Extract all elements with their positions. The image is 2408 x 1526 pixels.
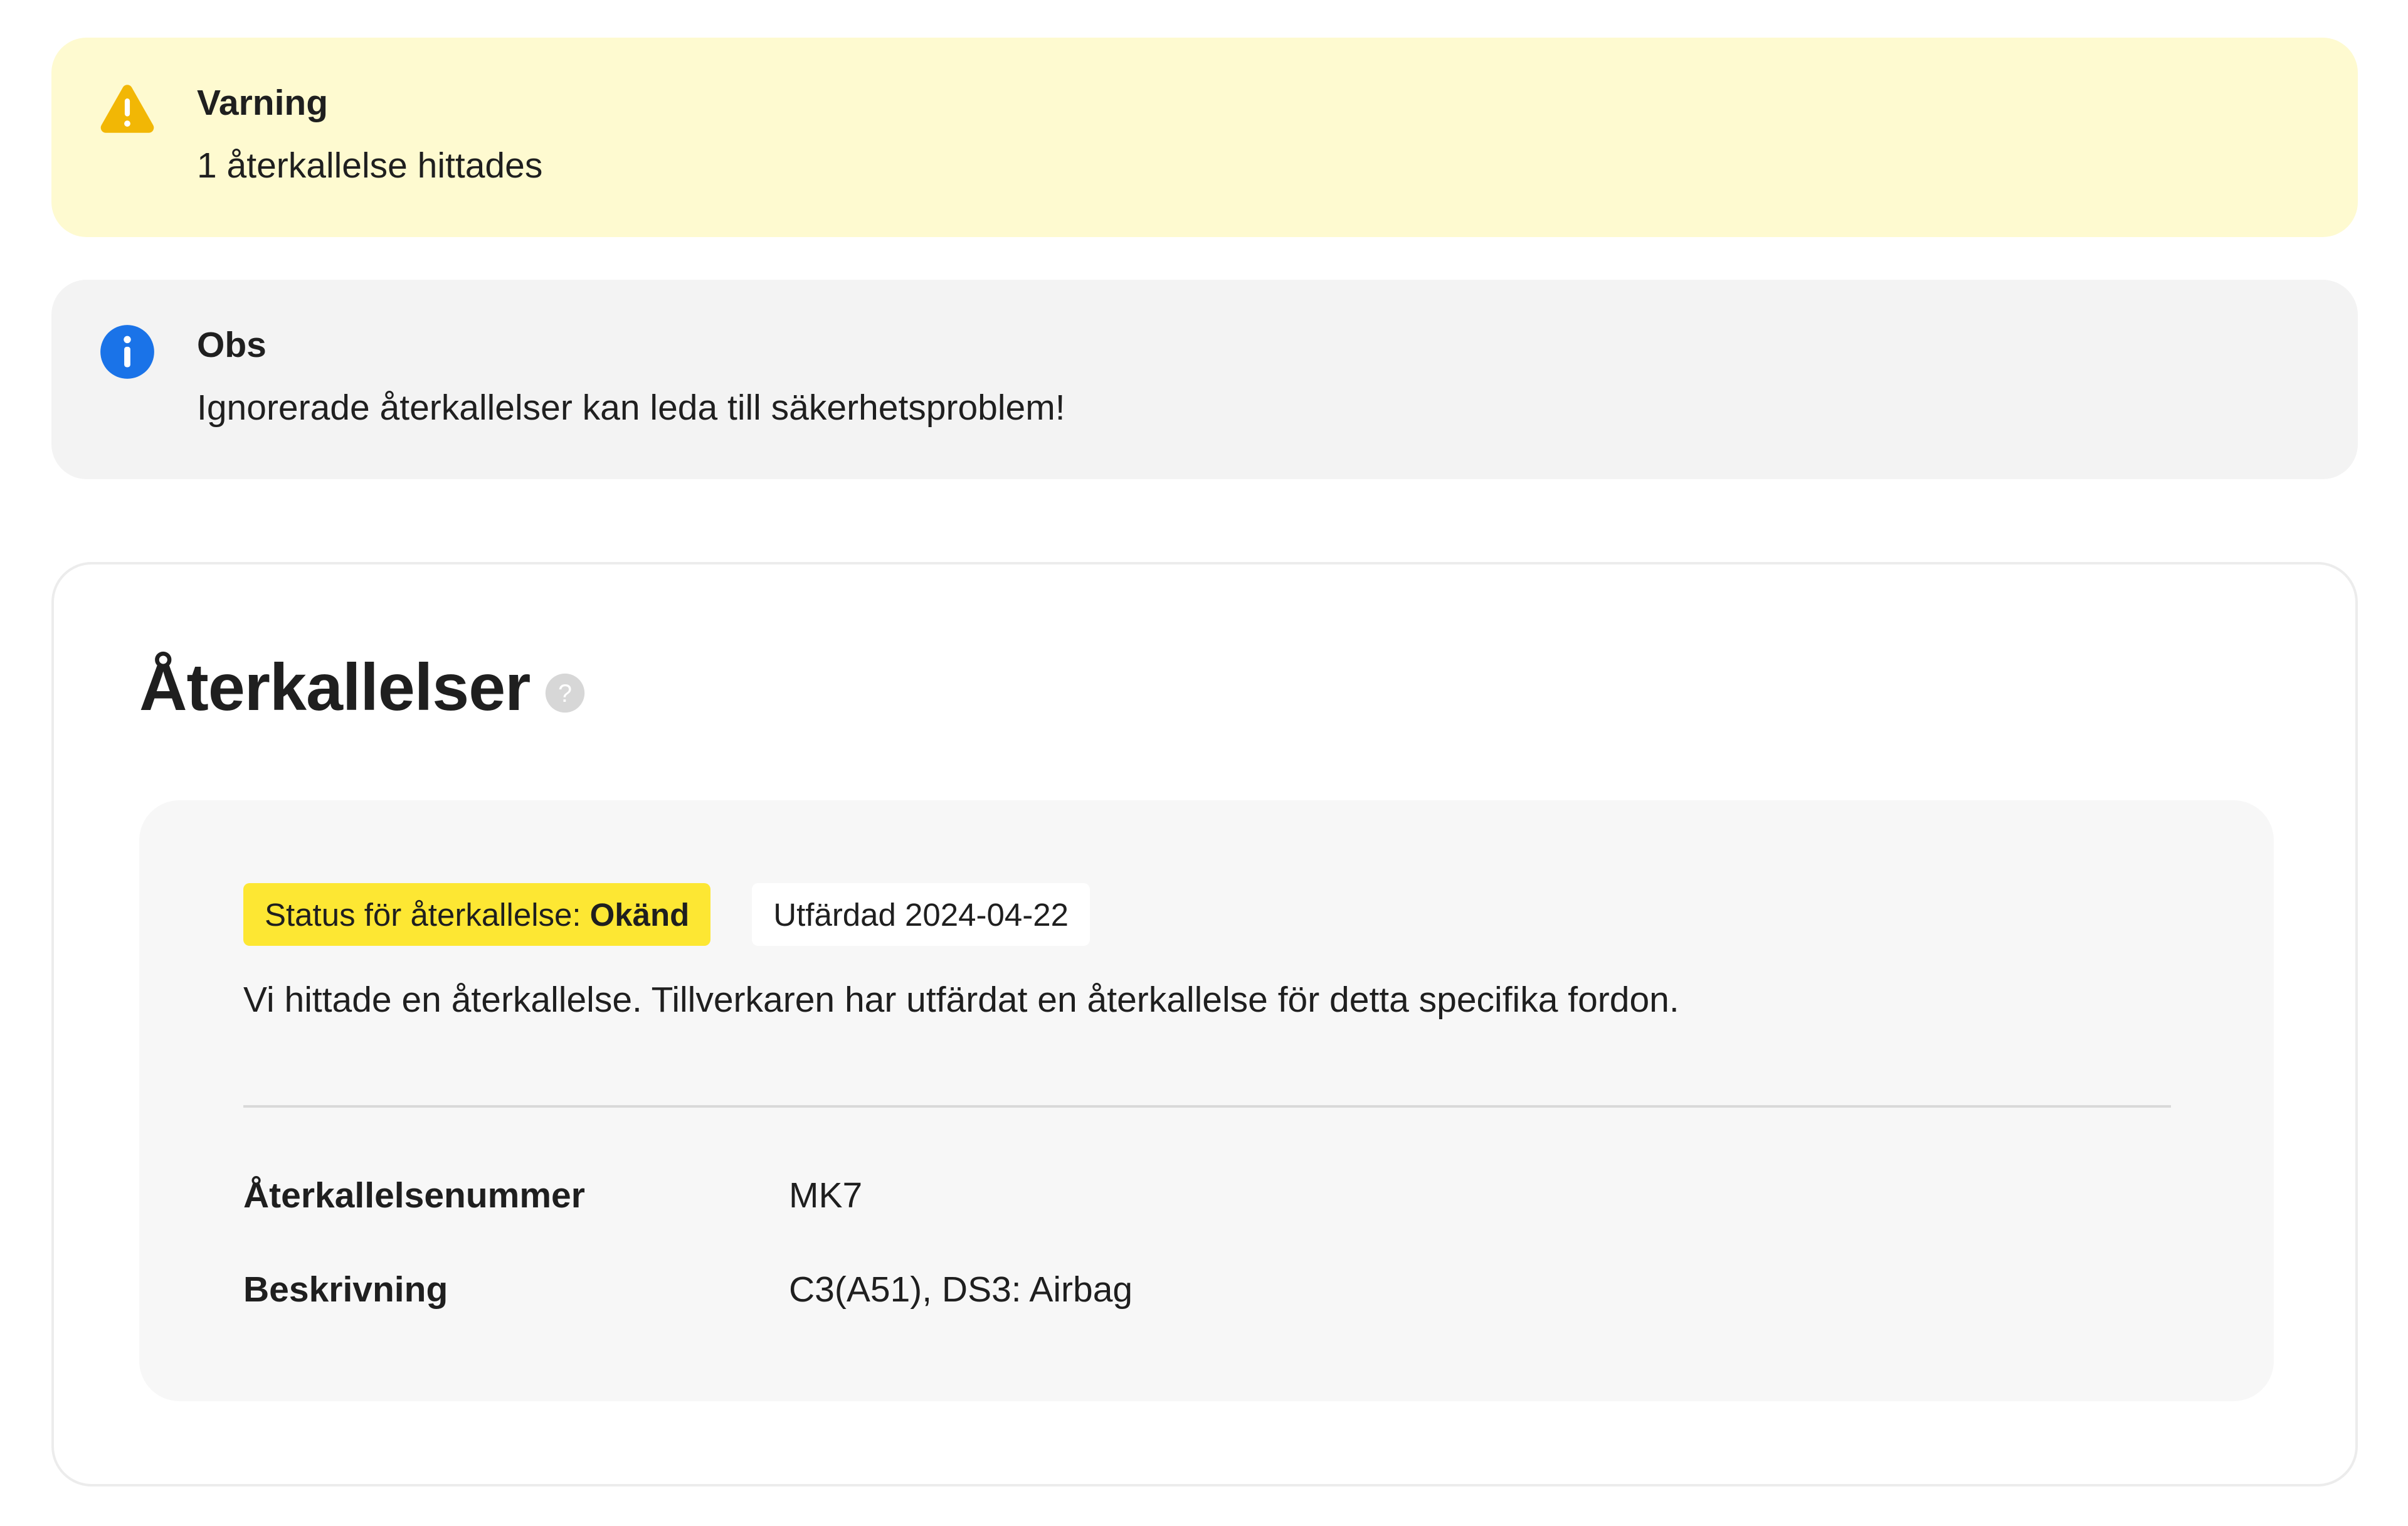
recall-item: Status för återkallelse: Okänd Utfärdad … (139, 800, 2274, 1401)
recalls-heading: Återkallelser ? (139, 651, 586, 724)
recall-badges: Status för återkallelse: Okänd Utfärdad … (243, 883, 1090, 946)
info-title: Obs (197, 325, 267, 365)
info-message: Ignorerade återkallelser kan leda till s… (197, 388, 1065, 428)
detail-value: C3(A51), DS3: Airbag (789, 1269, 1133, 1310)
info-circle-icon (100, 325, 154, 379)
help-circle-icon[interactable]: ? (544, 672, 586, 714)
warning-message: 1 återkallelse hittades (197, 146, 543, 186)
status-badge: Status för återkallelse: Okänd (243, 883, 711, 946)
status-value: Okänd (589, 896, 690, 933)
recall-description: Vi hittade en återkallelse. Tillverkaren… (243, 980, 1679, 1020)
recalls-card: Återkallelser ? Status för återkallelse:… (51, 562, 2358, 1486)
divider (243, 1105, 2171, 1108)
warning-title: Varning (197, 83, 329, 123)
recalls-title: Återkallelser (139, 650, 531, 724)
issued-date-badge: Utfärdad 2024-04-22 (752, 883, 1090, 946)
svg-text:?: ? (558, 680, 572, 707)
detail-label: Återkallelsenummer (243, 1175, 585, 1216)
status-label: Status för återkallelse: (265, 896, 581, 933)
warning-triangle-icon (100, 85, 154, 133)
detail-row-recall-number: Återkallelsenummer MK7 (243, 1175, 862, 1217)
detail-value: MK7 (789, 1175, 863, 1216)
detail-label: Beskrivning (243, 1269, 448, 1310)
info-alert: Obs Ignorerade återkallelser kan leda ti… (51, 280, 2358, 479)
detail-row-description: Beskrivning C3(A51), DS3: Airbag (243, 1269, 1133, 1311)
warning-alert: Varning 1 återkallelse hittades (51, 38, 2358, 237)
